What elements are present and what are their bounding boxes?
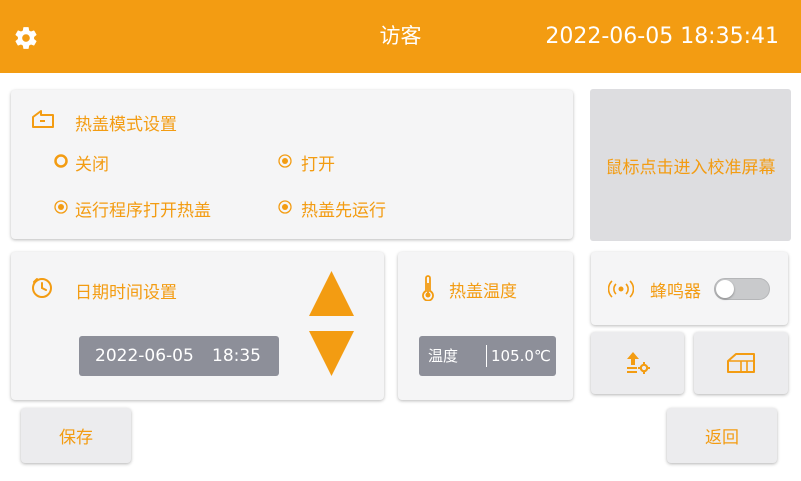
back-button[interactable]: 返回 [667, 408, 777, 463]
datetime-field[interactable]: 2022-06-05 18:35 [79, 336, 279, 376]
radio-label-lid-first: 热盖先运行 [301, 201, 386, 221]
radio-option-open[interactable]: 打开 [277, 150, 397, 175]
home-button[interactable] [694, 332, 788, 394]
header-datetime: 2022-06-05 18:35:41 [545, 24, 779, 49]
buzzer-icon [608, 280, 634, 298]
clock-icon [32, 278, 52, 298]
thermometer-icon [422, 275, 434, 301]
temperature-value: 105.0℃ [491, 347, 551, 365]
radio-selected-icon [54, 154, 68, 168]
radio-option-run-open[interactable]: 运行程序打开热盖 [53, 196, 243, 221]
radio-option-off[interactable]: 关闭 [53, 150, 173, 175]
buzzer-toggle[interactable] [714, 278, 770, 300]
back-button-label: 返回 [705, 428, 739, 448]
radio-label-run-open: 运行程序打开热盖 [75, 201, 211, 221]
radio-unselected-icon [278, 154, 292, 168]
upgrade-settings-icon [626, 352, 650, 374]
text-cursor [486, 345, 487, 367]
buzzer-label: 蜂鸣器 [650, 282, 701, 302]
calibration-label: 鼠标点击进入校准屏幕 [605, 157, 776, 178]
home-icon [727, 353, 755, 373]
calibration-button[interactable]: 鼠标点击进入校准屏幕 [590, 89, 791, 241]
date-value: 2022-06-05 [95, 346, 194, 366]
lid-mode-title: 热盖模式设置 [75, 115, 177, 135]
time-value: 18:35 [212, 346, 261, 366]
radio-unselected-icon [54, 200, 68, 214]
header-bar: 访客 2022-06-05 18:35:41 [0, 0, 801, 73]
radio-label-open: 打开 [301, 155, 335, 175]
triangle-down-icon[interactable] [308, 330, 355, 377]
save-button[interactable]: 保存 [21, 408, 131, 463]
save-button-label: 保存 [59, 428, 93, 448]
temperature-field[interactable]: 温度 105.0℃ [419, 336, 556, 376]
lid-icon [32, 110, 54, 128]
radio-option-lid-first[interactable]: 热盖先运行 [277, 196, 417, 221]
toggle-knob [716, 280, 734, 298]
triangle-up-icon[interactable] [308, 270, 355, 317]
radio-label-off: 关闭 [75, 155, 109, 175]
radio-unselected-icon [278, 200, 292, 214]
upgrade-settings-button[interactable] [591, 332, 684, 394]
temperature-label: 温度 [428, 347, 459, 365]
datetime-title: 日期时间设置 [75, 283, 177, 303]
lid-temperature-title: 热盖温度 [449, 282, 517, 302]
